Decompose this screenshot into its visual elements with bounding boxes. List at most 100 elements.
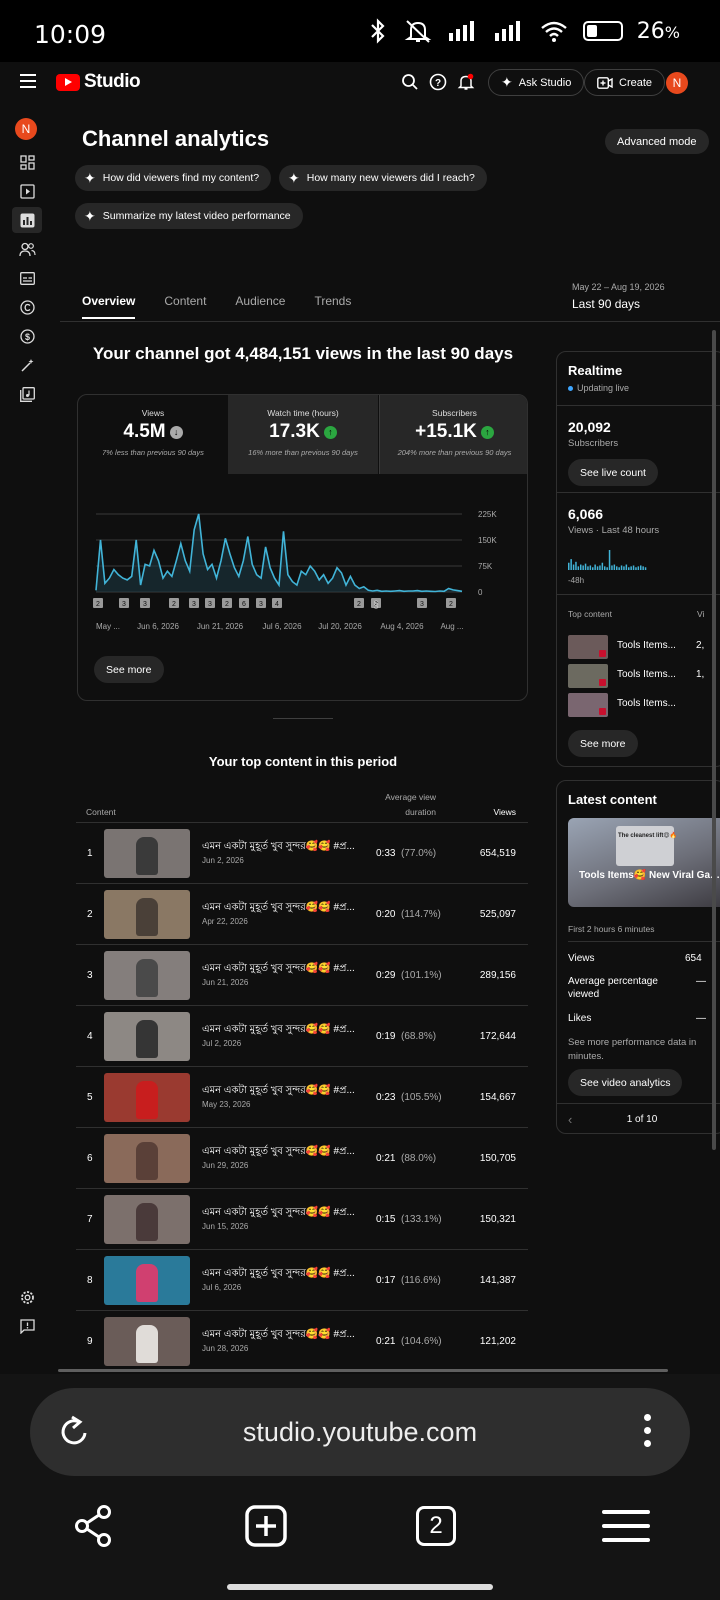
tab-content[interactable]: Content xyxy=(164,294,206,319)
table-row[interactable]: 4 এমন একটা মুহূর্ত খুব সুন্দর🥰🥰 #প্র... Ju… xyxy=(76,1005,528,1066)
realtime-top-item[interactable]: Tools Items... xyxy=(568,693,720,717)
sidebar-community-icon[interactable] xyxy=(12,236,42,262)
realtime-bar xyxy=(584,563,587,570)
more-options-icon[interactable] xyxy=(644,1414,652,1453)
metric-watch-time[interactable]: Watch time (hours) 17.3K ↑ 16% more than … xyxy=(228,395,378,474)
video-title[interactable]: এমন একটা মুহূর্ত খুব সুন্দর🥰🥰 #প্র... xyxy=(202,1205,362,1222)
see-live-count-button[interactable]: See live count xyxy=(568,459,658,486)
sidebar-copyright-icon[interactable] xyxy=(12,294,42,320)
tab-overview[interactable]: Overview xyxy=(82,294,136,319)
create-button[interactable]: Create xyxy=(584,69,666,96)
x-tick-label: Jun 21, 2026 xyxy=(197,622,244,631)
video-title[interactable]: এমন একটা মুহূর্ত খুব সুন্দর🥰🥰 #প্র... xyxy=(202,900,362,917)
video-title[interactable]: এমন একটা মুহূর্ত খুব সুন্দর🥰🥰 #প্র... xyxy=(202,1144,362,1161)
sidebar-feedback-icon[interactable] xyxy=(12,1313,42,1339)
video-title[interactable]: এমন একটা মুহূর্ত খুব সুন্দর🥰🥰 #প্র... xyxy=(202,1266,362,1283)
video-title[interactable]: এমন একটা মুহূর্ত খুব সুন্দর🥰🥰 #প্র... xyxy=(202,839,362,856)
new-tab-icon[interactable] xyxy=(242,1502,290,1550)
video-title[interactable]: এমন একটা মুহূর্ত খুব সুন্দর🥰🥰 #প্র... xyxy=(202,961,362,978)
table-row[interactable]: 9 এমন একটা মুহূর্ত খুব সুন্দর🥰🥰 #প্র... Ju… xyxy=(76,1310,528,1371)
video-title[interactable]: এমন একটা মুহূর্ত খুব সুন্দর🥰🥰 #প্র... xyxy=(202,1327,362,1344)
latest-content-title: Latest content xyxy=(568,792,657,807)
sidebar-dashboard-icon[interactable] xyxy=(12,149,42,175)
realtime-bar xyxy=(601,562,604,570)
home-indicator[interactable] xyxy=(227,1584,493,1590)
vertical-scrollbar[interactable] xyxy=(712,330,716,1150)
col-views-header[interactable]: Views xyxy=(460,807,516,817)
video-thumbnail[interactable] xyxy=(104,890,190,939)
help-icon[interactable]: ? xyxy=(428,72,448,92)
video-thumbnail[interactable] xyxy=(104,1134,190,1183)
suggestion-chip-summarize[interactable]: ✦ Summarize my latest video performance xyxy=(75,203,303,229)
video-views: 121,202 xyxy=(479,1336,516,1347)
menu-icon[interactable] xyxy=(20,74,36,88)
tabs-count-icon[interactable]: 2 xyxy=(416,1506,456,1546)
table-row[interactable]: 7 এমন একটা মুহূর্ত খুব সুন্দর🥰🥰 #প্র... Ju… xyxy=(76,1188,528,1249)
latest-video-thumbnail[interactable]: The cleanest lift😍🔥 Tools Items🥰 New Vir… xyxy=(568,818,720,907)
sidebar-settings-icon[interactable] xyxy=(12,1284,42,1310)
tab-audience[interactable]: Audience xyxy=(235,294,285,319)
chip-label: How many new viewers did I reach? xyxy=(306,172,475,184)
account-avatar[interactable]: N xyxy=(666,72,688,94)
row-rank: 2 xyxy=(87,909,93,920)
sidebar-earn-icon[interactable]: $ xyxy=(12,323,42,349)
metric-label: Subscribers xyxy=(432,408,477,418)
shorts-marker-icon[interactable]: § xyxy=(373,600,379,611)
video-date: Jul 6, 2026 xyxy=(202,1283,242,1292)
video-thumbnail[interactable] xyxy=(104,1073,190,1122)
advanced-mode-button[interactable]: Advanced mode xyxy=(605,129,709,154)
table-row[interactable]: 1 এমন একটা মুহূর্ত খুব সুন্দর🥰🥰 #প্র... Ju… xyxy=(76,822,528,883)
video-thumbnail[interactable] xyxy=(104,829,190,878)
video-title[interactable]: এমন একটা মুহূর্ত খুব সুন্দর🥰🥰 #প্র... xyxy=(202,1022,362,1039)
video-title: Tools Items... xyxy=(617,669,676,680)
metric-note: 16% more than previous 90 days xyxy=(248,448,358,457)
video-title[interactable]: এমন একটা মুহূর্ত খুব সুন্দর🥰🥰 #প্র... xyxy=(202,1083,362,1100)
realtime-top-item[interactable]: Tools Items... 2, xyxy=(568,635,720,659)
top-bar: Studio ? ✦ Ask Studio Create N xyxy=(0,62,720,104)
horizontal-scrollbar[interactable] xyxy=(58,1369,668,1372)
realtime-bar xyxy=(577,566,580,570)
suggestion-chip-find[interactable]: ✦ How did viewers find my content? xyxy=(75,165,272,191)
tab-trends[interactable]: Trends xyxy=(314,294,351,319)
metric-subscribers[interactable]: Subscribers +15.1K ↑ 204% more than previ… xyxy=(379,395,527,474)
table-row[interactable]: 2 এমন একটা মুহূর্ত খুব সুন্দর🥰🥰 #প্র... Ap… xyxy=(76,883,528,944)
notifications-icon[interactable] xyxy=(456,72,476,92)
sidebar-content-icon[interactable] xyxy=(12,178,42,204)
realtime-see-more-button[interactable]: See more xyxy=(568,730,638,757)
video-thumbnail[interactable] xyxy=(104,951,190,1000)
video-thumbnail[interactable] xyxy=(104,1256,190,1305)
sidebar-customization-icon[interactable] xyxy=(12,352,42,378)
latest-likes-row: Likes — xyxy=(568,1013,706,1024)
video-thumbnail[interactable] xyxy=(104,1195,190,1244)
realtime-bar xyxy=(568,562,570,570)
table-row[interactable]: 6 এমন একটা মুহূর্ত খুব সুন্দর🥰🥰 #প্র... Ju… xyxy=(76,1127,528,1188)
table-row[interactable]: 5 এমন একটা মুহূর্ত খুব সুন্দর🥰🥰 #প্র... Ma… xyxy=(76,1066,528,1127)
date-range-picker[interactable]: Last 90 days xyxy=(572,297,640,311)
share-icon[interactable] xyxy=(70,1502,118,1550)
sidebar-subtitles-icon[interactable] xyxy=(12,265,42,291)
sidebar-audio-library-icon[interactable] xyxy=(12,381,42,407)
browser-menu-icon[interactable] xyxy=(602,1502,650,1550)
video-thumbnail[interactable] xyxy=(104,1317,190,1366)
chart-see-more-button[interactable]: See more xyxy=(94,656,164,683)
video-marker-count: 2 xyxy=(449,601,453,608)
video-marker-count: 3 xyxy=(259,601,263,608)
search-icon[interactable] xyxy=(400,72,420,92)
views-line-chart[interactable]: 225K150K75K02 3 3 2 3 3 2 6 3 4 2 2 3 2§May ... Jun 6,… xyxy=(78,495,528,645)
status-icons: 26% xyxy=(367,18,680,44)
table-row[interactable]: 3 এমন একটা মুহূর্ত খুব সুন্দর🥰🥰 #প্র... Ju… xyxy=(76,944,528,1005)
suggestion-chip-reach[interactable]: ✦ How many new viewers did I reach? xyxy=(279,165,487,191)
realtime-bar-chart[interactable] xyxy=(568,548,718,572)
sidebar-analytics-icon[interactable] xyxy=(12,207,42,233)
channel-avatar[interactable]: N xyxy=(15,118,37,140)
table-row[interactable]: 8 এমন একটা মুহূর্ত খুব সুন্দর🥰🥰 #প্র... Ju… xyxy=(76,1249,528,1310)
divider xyxy=(557,1103,720,1104)
ask-studio-button[interactable]: ✦ Ask Studio xyxy=(488,69,585,96)
address-bar[interactable]: studio.youtube.com xyxy=(30,1388,690,1476)
studio-logo[interactable]: Studio xyxy=(56,71,141,93)
metric-views[interactable]: Views 4.5M ↓ 7% less than previous 90 day… xyxy=(78,395,228,474)
realtime-top-item[interactable]: Tools Items... 1, xyxy=(568,664,720,688)
date-range-dates[interactable]: May 22 – Aug 19, 2026 xyxy=(572,282,665,292)
video-thumbnail[interactable] xyxy=(104,1012,190,1061)
see-video-analytics-button[interactable]: See video analytics xyxy=(568,1069,683,1096)
